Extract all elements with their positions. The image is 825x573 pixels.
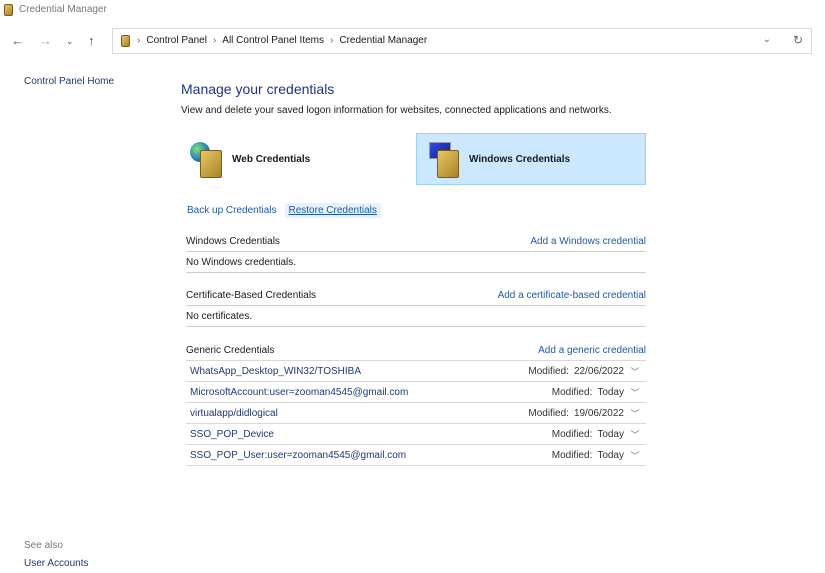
add-certificate-credential-link[interactable]: Add a certificate-based credential <box>498 290 646 301</box>
modified-label: Modified: <box>552 450 593 461</box>
refresh-icon[interactable]: ↻ <box>793 33 803 47</box>
modified-date: Modified: 22/06/2022 <box>528 366 624 377</box>
generic-credentials-section: Generic Credentials Add a generic credent… <box>186 341 646 466</box>
chevron-right-icon[interactable]: › <box>137 35 140 46</box>
page-title: Manage your credentials <box>181 81 334 97</box>
credential-row[interactable]: SSO_POP_User:user=zooman4545@gmail.com M… <box>186 445 646 466</box>
credential-name[interactable]: virtualapp/didlogical <box>190 408 528 419</box>
chevron-right-icon[interactable]: › <box>213 35 216 46</box>
credential-row[interactable]: SSO_POP_Device Modified: Today ﹀ <box>186 424 646 445</box>
web-credentials-tile[interactable]: Web Credentials <box>186 133 401 185</box>
control-panel-home-link[interactable]: Control Panel Home <box>24 76 114 87</box>
section-title: Generic Credentials <box>186 345 274 356</box>
back-icon[interactable]: ← <box>11 33 24 48</box>
address-vault-icon <box>121 35 130 47</box>
section-title: Certificate-Based Credentials <box>186 290 316 301</box>
modified-label: Modified: <box>528 408 569 419</box>
modified-value: Today <box>597 450 624 461</box>
modified-value: Today <box>597 387 624 398</box>
window-title: Credential Manager <box>19 4 107 15</box>
add-generic-credential-link[interactable]: Add a generic credential <box>538 345 646 356</box>
windows-credentials-section: Windows Credentials Add a Windows credent… <box>186 232 646 273</box>
credential-row[interactable]: WhatsApp_Desktop_WIN32/TOSHIBA Modified:… <box>186 361 646 382</box>
empty-message: No certificates. <box>186 306 646 327</box>
breadcrumb-all-items[interactable]: All Control Panel Items <box>222 35 324 46</box>
modified-value: Today <box>597 429 624 440</box>
restore-credentials-link[interactable]: Restore Credentials <box>285 203 381 218</box>
expand-chevron-icon[interactable]: ﹀ <box>624 365 646 378</box>
credential-name[interactable]: SSO_POP_Device <box>190 429 552 440</box>
address-dropdown-icon[interactable]: ⌄ <box>763 34 771 45</box>
expand-chevron-icon[interactable]: ﹀ <box>624 449 646 462</box>
modified-label: Modified: <box>552 429 593 440</box>
see-also-label: See also <box>24 540 63 551</box>
breadcrumb-control-panel[interactable]: Control Panel <box>146 35 207 46</box>
modified-date: Modified: Today <box>552 450 624 461</box>
windows-credentials-tile[interactable]: Windows Credentials <box>416 133 646 185</box>
address-bar[interactable]: › Control Panel › All Control Panel Item… <box>112 28 812 54</box>
breadcrumb-credential-manager[interactable]: Credential Manager <box>339 35 427 46</box>
credential-manager-icon <box>4 4 13 16</box>
modified-value: 22/06/2022 <box>574 366 624 377</box>
empty-message: No Windows credentials. <box>186 252 646 273</box>
vault-icon <box>437 150 459 178</box>
credential-name[interactable]: SSO_POP_User:user=zooman4545@gmail.com <box>190 450 552 461</box>
expand-chevron-icon[interactable]: ﹀ <box>624 386 646 399</box>
windows-credentials-label: Windows Credentials <box>469 154 570 165</box>
title-bar: Credential Manager <box>0 0 825 20</box>
user-accounts-link[interactable]: User Accounts <box>24 558 88 569</box>
modified-label: Modified: <box>528 366 569 377</box>
web-credentials-label: Web Credentials <box>232 154 310 165</box>
expand-chevron-icon[interactable]: ﹀ <box>624 428 646 441</box>
credential-name[interactable]: MicrosoftAccount:user=zooman4545@gmail.c… <box>190 387 552 398</box>
credential-row[interactable]: virtualapp/didlogical Modified: 19/06/202… <box>186 403 646 424</box>
modified-date: Modified: 19/06/2022 <box>528 408 624 419</box>
credential-name[interactable]: WhatsApp_Desktop_WIN32/TOSHIBA <box>190 366 528 377</box>
modified-date: Modified: Today <box>552 387 624 398</box>
forward-icon[interactable]: → <box>39 33 52 48</box>
modified-value: 19/06/2022 <box>574 408 624 419</box>
chevron-right-icon[interactable]: › <box>330 35 333 46</box>
backup-credentials-link[interactable]: Back up Credentials <box>183 203 281 218</box>
page-description: View and delete your saved logon informa… <box>181 105 612 116</box>
certificate-credentials-section: Certificate-Based Credentials Add a certi… <box>186 286 646 327</box>
section-title: Windows Credentials <box>186 236 280 247</box>
modified-label: Modified: <box>552 387 593 398</box>
expand-chevron-icon[interactable]: ﹀ <box>624 407 646 420</box>
add-windows-credential-link[interactable]: Add a Windows credential <box>530 236 646 247</box>
vault-icon <box>200 150 222 178</box>
modified-date: Modified: Today <box>552 429 624 440</box>
recent-chevron-icon[interactable]: ⌄ <box>66 36 74 47</box>
up-icon[interactable]: ↑ <box>88 33 95 48</box>
credential-row[interactable]: MicrosoftAccount:user=zooman4545@gmail.c… <box>186 382 646 403</box>
